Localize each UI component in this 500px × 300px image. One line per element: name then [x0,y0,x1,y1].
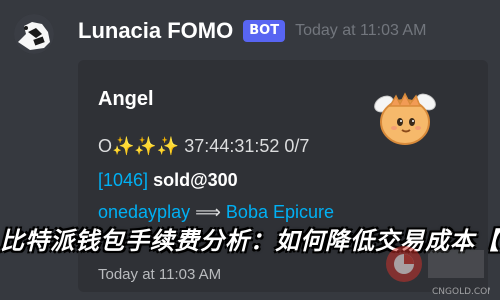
sale-action: sold [153,170,191,190]
sparkles-icon: ✨✨✨ [112,136,180,156]
embed-title[interactable]: Angel [98,88,154,111]
username[interactable]: Lunacia FOMO [78,18,233,44]
avatar-image [14,14,54,54]
item-id-link[interactable]: [1046] [98,170,148,190]
chat-message: Lunacia FOMO BOT Today at 11:03 AM Angel… [0,0,500,300]
angel-creature-icon [374,92,436,145]
embed-footer: Today at 11:03 AM [98,266,222,283]
watermark-logo-icon: CNGOLD.COM [386,246,495,297]
embed-time: 37:44:31:52 [184,136,280,156]
embed-line-status: O✨✨✨ 37:44:31:52 0/7 [98,136,309,157]
embed-line-sale: [1046] sold@300 [98,170,238,191]
bot-badge: BOT [243,20,286,42]
message-timestamp: Today at 11:03 AM [295,22,427,39]
sale-price: @300 [190,170,238,190]
embed-line-transfer: onedayplay ⟹ Boba Epicure [98,202,334,223]
embed-thumbnail[interactable] [370,82,440,152]
buyer-link[interactable]: Boba Epicure [226,202,334,222]
avatar[interactable] [14,14,54,54]
status-prefix: O [98,136,113,156]
seller-link[interactable]: onedayplay [98,202,190,222]
watermark-text: CNGOLD.COM [432,287,490,296]
message-header: Lunacia FOMO BOT Today at 11:03 AM [78,17,426,45]
embed-count: 0/7 [284,136,310,156]
arrow-icon: ⟹ [195,202,221,222]
watermark: CNGOLD.COM [380,240,495,297]
